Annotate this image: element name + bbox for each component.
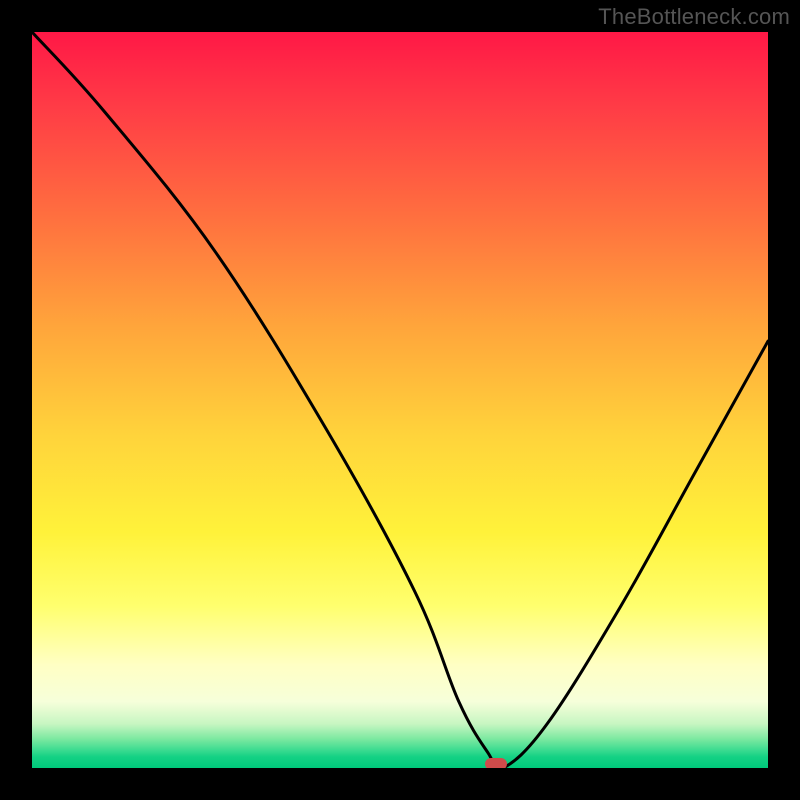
plot-area xyxy=(32,32,768,768)
bottleneck-curve xyxy=(32,32,768,768)
watermark-text: TheBottleneck.com xyxy=(598,4,790,30)
chart-frame: TheBottleneck.com xyxy=(0,0,800,800)
optimum-marker xyxy=(485,758,507,768)
